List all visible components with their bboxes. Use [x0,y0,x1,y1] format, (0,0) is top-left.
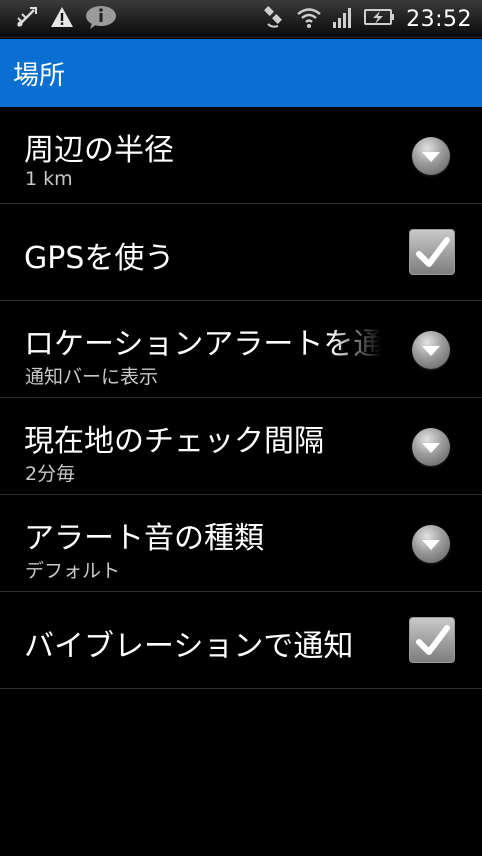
warning-icon [50,5,74,33]
page-title: 場所 [13,60,66,91]
settings-list: 周辺の半径 1 km GPSを使う ロケーションアラートを通 通知バーに表示 現… [0,107,482,689]
vibrate-checkbox[interactable] [409,617,455,663]
system-icons: 23:52 [262,0,472,38]
setting-location-alert[interactable]: ロケーションアラートを通 通知バーに表示 [0,301,482,398]
usb-debug-icon [14,4,40,34]
setting-vibrate-notify[interactable]: バイブレーションで通知 [0,592,482,689]
checkmark-icon [416,237,450,267]
setting-title: アラート音の種類 [24,521,264,556]
setting-use-gps[interactable]: GPSを使う [0,204,482,301]
setting-search-radius[interactable]: 周辺の半径 1 km [0,107,482,204]
setting-summary: 2分毎 [25,463,76,485]
status-bar: 23:52 [0,0,482,38]
dropdown-arrow-icon[interactable] [412,137,450,175]
setting-title: 現在地のチェック間隔 [24,424,324,459]
notification-icons [14,6,118,32]
gps-icon [262,4,286,34]
setting-title: バイブレーションで通知 [24,629,354,664]
checkmark-icon [416,625,450,655]
setting-alert-sound[interactable]: アラート音の種類 デフォルト [0,495,482,592]
setting-title: GPSを使う [24,241,175,276]
signal-icon [332,5,354,33]
battery-charging-icon [364,5,396,33]
use-gps-checkbox[interactable] [409,229,455,275]
info-icon [84,4,118,34]
setting-summary: デフォルト [25,560,121,582]
setting-summary: 通知バーに表示 [25,366,159,388]
dropdown-arrow-icon[interactable] [412,331,450,369]
wifi-icon [296,5,322,33]
title-bar: 場所 [0,39,482,107]
text-fade [330,315,390,359]
dropdown-arrow-icon[interactable] [412,428,450,466]
setting-summary: 1 km [25,168,73,190]
setting-title: 周辺の半径 [24,133,174,168]
dropdown-arrow-icon[interactable] [412,525,450,563]
clock: 23:52 [406,6,472,32]
setting-check-interval[interactable]: 現在地のチェック間隔 2分毎 [0,398,482,495]
